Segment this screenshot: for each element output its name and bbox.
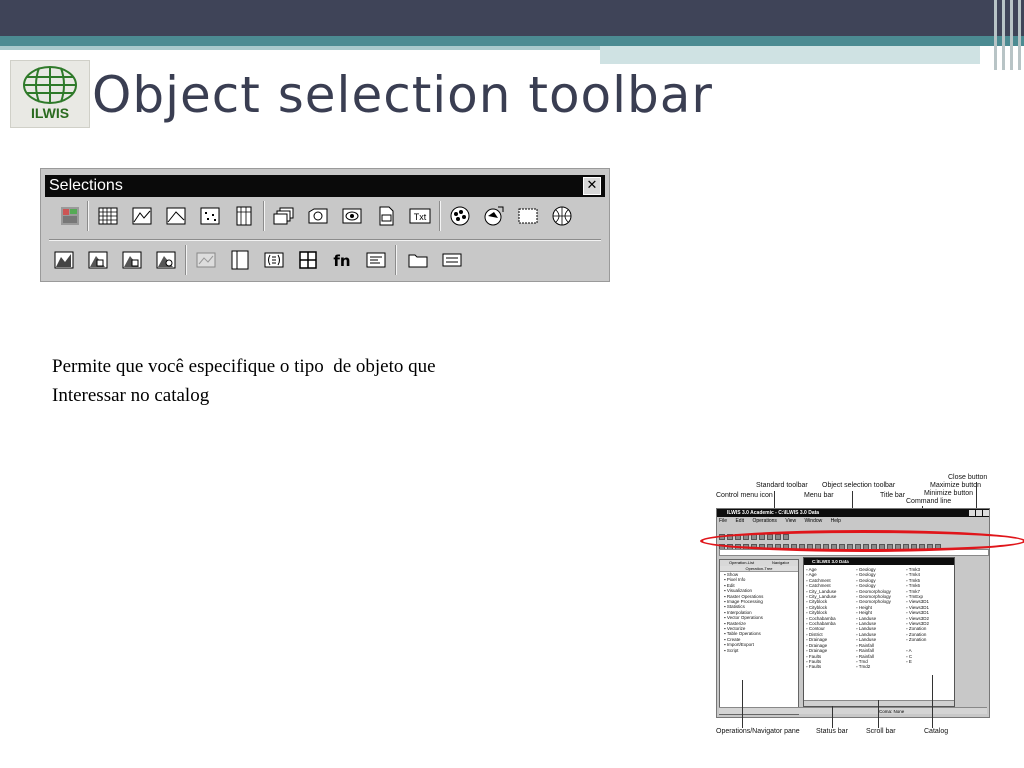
header-band-light-right [600,46,980,64]
callout-line [976,482,977,510]
globe-grid-icon [23,66,77,104]
callout-line [742,680,743,728]
catalog-item[interactable]: ▫ Faults [806,664,836,669]
histogram-icon[interactable] [51,247,77,273]
logo-text: ILWIS [30,105,70,121]
menu-view[interactable]: View [785,518,796,524]
toolbar-separator [87,201,89,231]
description-text: Permite que você especifique o tipo de o… [52,352,652,410]
close-button[interactable]: ✕ [583,177,601,195]
coordinate-system-icon[interactable] [515,203,541,229]
label-menu-bar: Menu bar [804,492,834,499]
catalog-column-3: ▫ Tmk3 ▫ Tmk4 ▫ Tmk5 ▫ Tmk6 ▫ Tmk7 ▫ TmExp ▫ V… [906,567,929,670]
status-bar: Coma: None [719,707,987,714]
callout-line [832,706,833,728]
selections-title: Selections [49,177,123,194]
description-line-1: Permite que você especifique o tipo de o… [52,356,436,377]
operation-tree-list: ▪ Show ▪ Pixel Info ▪ Edit ▪ Visualization ▪… [720,572,798,653]
function-icon[interactable]: fn [329,247,355,273]
fn-label: fn [333,252,350,270]
operation-tree-item[interactable]: ▪ Script [724,648,798,653]
ilwis-logo: ILWIS [10,60,90,128]
catalog-column-1: ▫ Age ▫ Age ▫ Catchment ▫ Catchment ▫ City_L… [806,567,836,670]
callout-line [932,675,933,728]
map-list-icon[interactable] [271,203,297,229]
segment-map-icon[interactable] [163,203,189,229]
header-band-light [0,46,600,50]
label-object-selection-toolbar: Object selection toolbar [822,482,896,489]
toolbar-row-divider [49,239,601,241]
window-close-button[interactable] [983,510,989,516]
map-view-icon[interactable] [305,203,331,229]
header-band-teal [0,36,1024,46]
catalog-item[interactable]: ▫ Tmd2 [856,664,891,669]
folder-icon[interactable] [405,247,431,273]
label-command-line: Command line [906,498,952,505]
label-minimize-button: Minimize button [924,490,974,497]
ilwis-window-title: ILWIS 3.0 Academic - C:\ILWIS 3.0 Data [717,509,989,517]
2d-table-icon[interactable] [295,247,321,273]
point-histogram-icon[interactable] [153,247,179,273]
segment-histogram-icon[interactable] [119,247,145,273]
maximize-button[interactable] [976,510,982,516]
ilwis-main-window-diagram: Close button Standard toolbar Object sel… [700,470,1024,740]
label-operations-navigator-pane: Operations/Navigator pane [716,728,800,735]
point-map-icon[interactable] [197,203,223,229]
toolbar-separator [185,245,187,275]
label-control-menu-icon: Control menu icon [716,492,773,499]
menu-operations[interactable]: Operations [752,518,776,524]
label-maximize-button: Maximize button [930,482,981,489]
text-icon[interactable]: Txt [407,203,433,229]
label-scroll-bar: Scroll bar [866,728,896,735]
matrix-icon[interactable] [227,247,253,273]
toolbar-separator [263,201,265,231]
catalog-item[interactable]: ▫ Views3D1 [906,610,929,615]
table-icon[interactable] [231,203,257,229]
polygon-histogram-icon[interactable] [85,247,111,273]
catalog-title: C:\ILWIS 3.0 Data [804,558,954,565]
filter-icon[interactable] [261,247,287,273]
layout-icon[interactable] [439,247,465,273]
all-objects-icon[interactable] [57,203,83,229]
header-band-dark [0,0,1024,36]
script-icon[interactable] [363,247,389,273]
catalog-item[interactable] [906,664,929,669]
minimize-button[interactable] [969,510,975,516]
selections-toolbar-panel: Selections ✕ Txt fn [40,168,610,282]
header-vertical-stripes [990,0,1024,70]
stereopair-icon[interactable] [193,247,219,273]
txt-label: Txt [414,212,427,222]
menu-edit[interactable]: Edit [735,518,744,524]
label-standard-toolbar: Standard toolbar [756,482,808,489]
highlight-oval [700,530,1024,552]
label-catalog: Catalog [924,728,949,735]
toolbar-separator [395,245,397,275]
domain-icon[interactable] [373,203,399,229]
operations-navigator-pane: Operation-List Navigator Operation-Tree … [719,559,799,715]
catalog-column-2: ▫ Geology ▫ Geology ▫ Geology ▫ Geology ▫ Ge… [856,567,891,670]
menu-help[interactable]: Help [831,518,841,524]
raster-map-icon[interactable] [95,203,121,229]
catalog-item[interactable]: ▫ Zonation [906,637,929,642]
sample-set-icon[interactable] [549,203,575,229]
label-status-bar: Status bar [816,728,848,735]
toolbar-separator [439,201,441,231]
representation-icon[interactable] [447,203,473,229]
description-line-2: Interessar no catalog [52,385,210,406]
label-close-button: Close button [948,474,988,481]
menu-file[interactable]: File [719,518,727,524]
callout-line [878,700,879,728]
menu-window[interactable]: Window [804,518,822,524]
label-title-bar: Title bar [880,492,906,499]
menu-bar: File Edit Operations View Window Help [719,518,848,524]
tab-navigator[interactable]: Navigator [772,560,789,566]
polygon-map-icon[interactable] [129,203,155,229]
page-title: Object selection toolbar [92,66,713,124]
georeference-icon[interactable] [481,203,507,229]
selections-title-bar: Selections ✕ [45,175,605,197]
annotation-text-icon[interactable] [339,203,365,229]
